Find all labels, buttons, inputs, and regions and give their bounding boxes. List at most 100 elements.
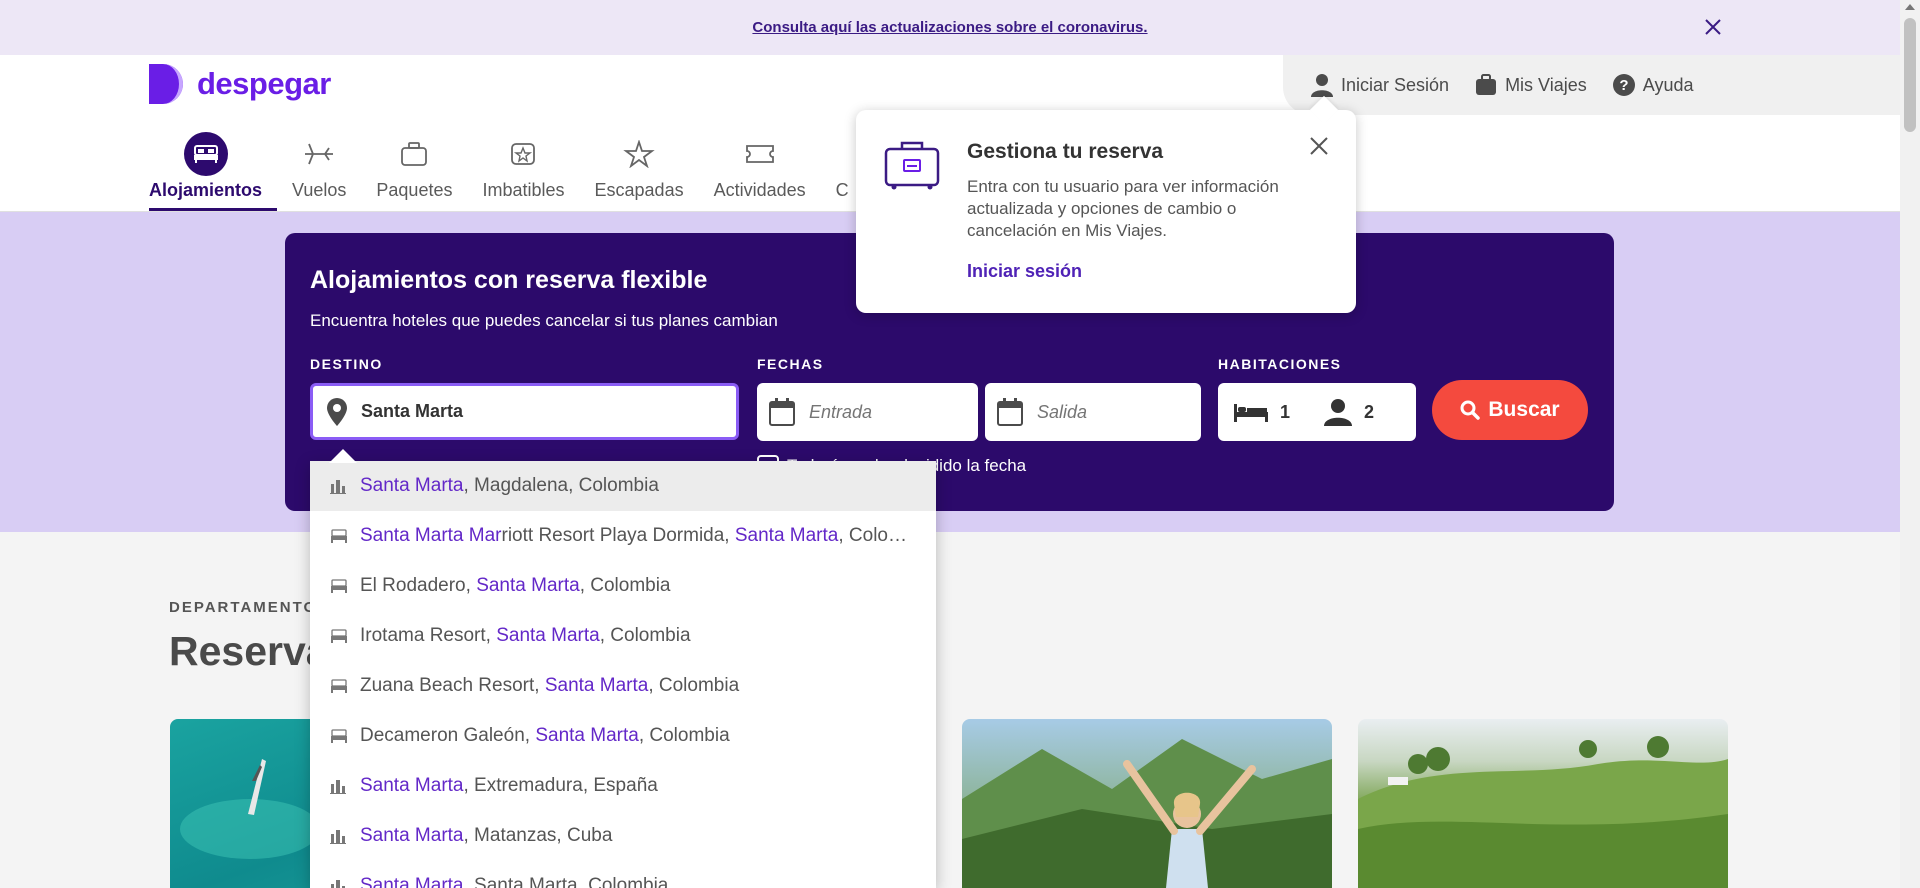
product-nav: Alojamientos Vuelos Paquetes Imbatibles … [149,131,864,211]
suggestion-item[interactable]: Decameron Galeón, Santa Marta, Colombia [310,711,936,761]
checkout-field[interactable] [985,383,1201,441]
tab-label: Paquetes [376,180,453,200]
location-pin-icon [327,397,347,426]
package-icon [401,142,428,166]
checkin-field[interactable] [757,383,978,441]
suggestion-highlight: Santa Marta [360,475,464,496]
suggestion-rest: , Magdalena, Colombia [463,475,659,496]
scroll-up-arrow[interactable] [1905,4,1915,10]
guest-icon [1324,399,1353,426]
city-icon [330,878,348,888]
tab-actividades[interactable]: Actividades [699,131,821,211]
rooms-label: HABITACIONES [1218,356,1342,372]
suggestion-rest: , Santa Marta, Colombia [463,875,669,888]
popover-body: Entra con tu usuario para ver informació… [967,177,1279,240]
logo-text: despegar [197,66,331,101]
checkout-input[interactable] [1037,401,1187,423]
tab-imbatibles[interactable]: Imbatibles [467,131,579,211]
suggestion-highlight: Santa Marta [544,675,649,696]
hotel-icon [330,579,348,593]
search-subtitle: Encuentra hoteles que puedes cancelar si… [310,311,778,330]
manage-booking-popover: Gestiona tu reserva Entra con tu usuario… [856,95,1356,313]
suggestion-rest: Zuana Beach Resort, [360,675,545,696]
popover-login-link[interactable]: Iniciar sesión [967,261,1082,282]
suggestion-item[interactable]: Santa Marta, Extremadura, España [310,761,936,811]
rooms-guests-field[interactable]: 1 2 [1218,383,1416,441]
suggestion-rest: riott Resort Playa Dormida, [501,525,735,546]
covid-updates-link[interactable]: Consulta aquí las actualizaciones sobre … [752,19,1147,36]
destination-card[interactable] [962,719,1332,888]
suggestion-rest: Decameron Galeón, [360,725,536,746]
hotel-icon [330,529,348,543]
svg-text:?: ? [1619,77,1628,94]
section-title: Reserva [169,628,329,674]
scrollbar-thumb[interactable] [1904,18,1916,132]
suggestion-rest: , Extremadura, España [463,775,658,796]
destination-label: DESTINO [310,356,383,372]
logo-icon [149,64,183,104]
suggestion-rest: , Colombia [599,625,691,646]
tab-label: Alojamientos [149,180,263,200]
suggestion-highlight: Santa Marta [360,825,464,846]
suggestion-item[interactable]: El Rodadero, Santa Marta, Colombia [310,561,936,611]
hotel-icon [330,629,348,643]
suggestion-item[interactable]: Santa Marta, Matanzas, Cuba [310,811,936,861]
plane-icon [305,143,334,165]
suitcase-icon [1476,74,1497,95]
tab-label: Vuelos [292,180,347,200]
suggestion-item[interactable]: Santa Marta Marriott Resort Playa Dormid… [310,511,936,561]
suggestion-highlight: Santa Marta [535,725,639,746]
close-icon[interactable] [1307,134,1331,158]
suggestion-item[interactable]: Irotama Resort, Santa Marta, Colombia [310,611,936,661]
covid-banner: Consulta aquí las actualizaciones sobre … [0,0,1900,55]
calendar-icon [769,398,795,426]
login-link[interactable]: Iniciar Sesión [1311,73,1449,97]
suggestion-rest: , Matanzas, Cuba [463,825,613,846]
checkin-input[interactable] [809,401,959,423]
destination-input[interactable] [361,401,721,422]
suggestion-highlight: Santa Marta [360,875,464,888]
calendar-icon [997,398,1023,426]
logo[interactable]: despegar [149,64,331,104]
suggestion-highlight: Santa Marta [476,575,580,596]
section-kicker: DEPARTAMENTOS [169,599,330,616]
page-scrollbar[interactable] [1900,0,1920,888]
guests-count: 2 [1364,401,1375,422]
green-hills-image [1358,736,1728,888]
destination-field[interactable] [310,383,739,440]
suitcase-icon [884,141,940,190]
tab-paquetes[interactable]: Paquetes [361,131,467,211]
ticket-icon [745,145,774,163]
search-title: Alojamientos con reserva flexible [310,266,708,294]
hotel-icon [330,679,348,693]
my-trips-link[interactable]: Mis Viajes [1475,74,1587,96]
suggestion-rest: , Colombia [638,725,730,746]
city-icon [330,828,348,844]
suggestion-rest: , Colombia [579,575,671,596]
tab-label: Actividades [713,180,806,200]
search-button[interactable]: Buscar [1432,380,1588,440]
badge-icon [511,143,536,165]
dropdown-pointer [329,449,357,463]
hotel-icon [330,729,348,743]
suggestion-rest: , Colombia [648,675,740,696]
city-icon [330,478,348,494]
suggestion-rest: Irotama Resort, [360,625,497,646]
help-label: Ayuda [1642,74,1694,95]
suggestion-highlight: Santa Marta Mar [360,525,502,546]
tab-vuelos[interactable]: Vuelos [277,131,361,211]
bed-icon [1234,404,1268,422]
dates-label: FECHAS [757,356,824,372]
suggestion-item[interactable]: Santa Marta, Santa Marta, Colombia [310,861,936,888]
user-icon [1311,74,1333,97]
close-icon[interactable] [1702,16,1724,38]
tab-alojamientos[interactable]: Alojamientos [149,131,278,211]
suggestion-highlight: Santa Marta [734,525,839,546]
destination-card[interactable] [1358,719,1728,888]
tab-label: Imbatibles [482,180,565,200]
tab-escapadas[interactable]: Escapadas [580,131,699,211]
suggestion-item[interactable]: Zuana Beach Resort, Santa Marta, Colombi… [310,661,936,711]
suggestion-item[interactable]: Santa Marta, Magdalena, Colombia [310,461,936,511]
suggestion-rest: El Rodadero, [360,575,477,596]
help-link[interactable]: ? Ayuda [1612,74,1694,96]
